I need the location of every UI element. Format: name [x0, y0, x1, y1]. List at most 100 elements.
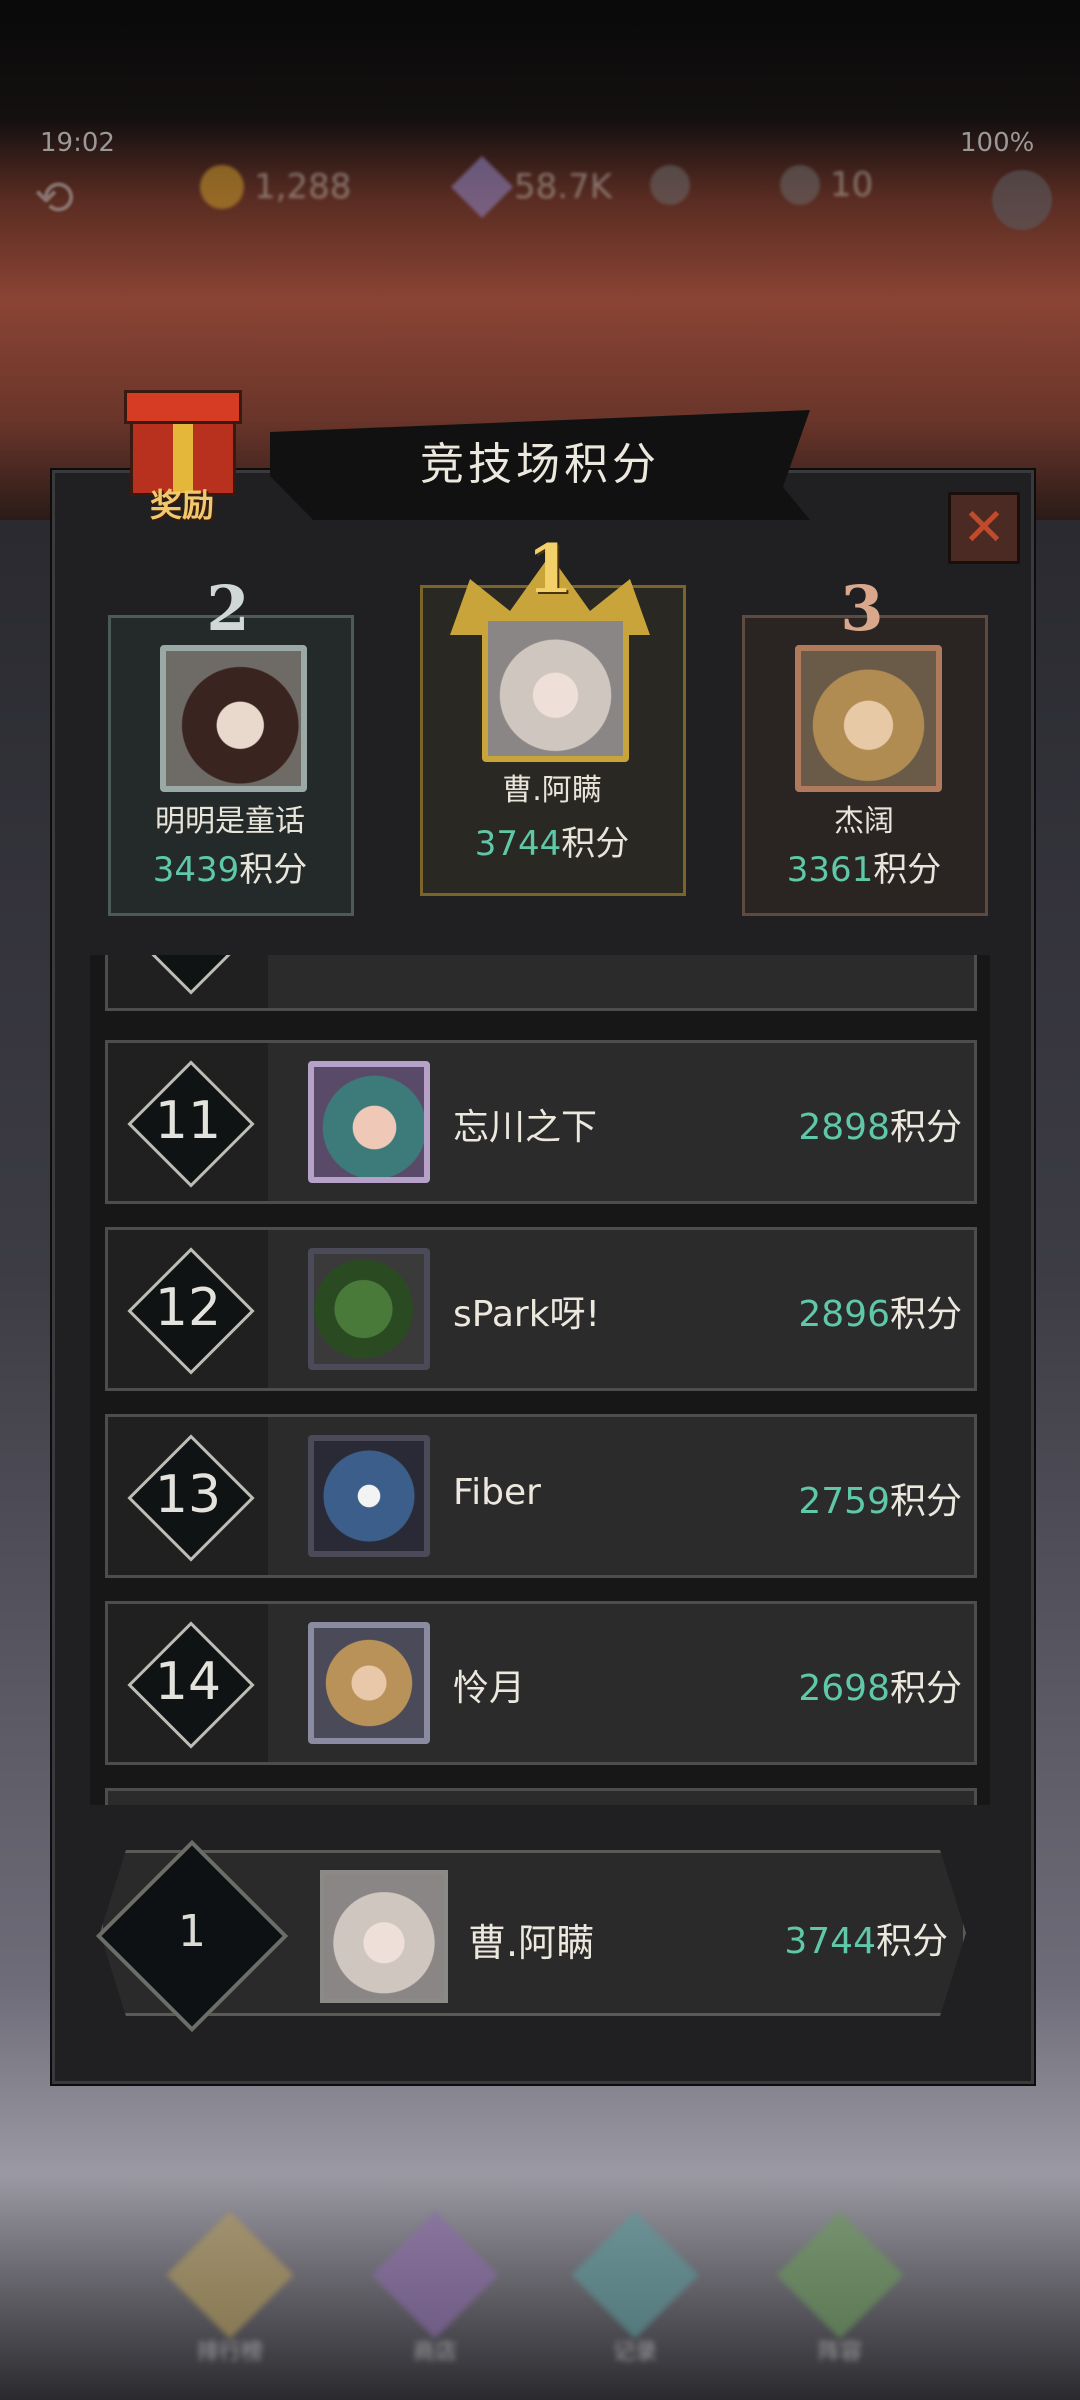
gem-icon [450, 155, 514, 219]
rank-box [108, 955, 268, 1008]
score-value: 3744 [474, 824, 562, 864]
misc-resource [650, 165, 690, 205]
table-row[interactable]: 11 忘川之下 2898积分 [105, 1040, 977, 1204]
panel-title: 竞技场积分 [420, 439, 660, 490]
table-row[interactable] [105, 1788, 977, 1805]
avatar-image [314, 1254, 424, 1364]
energy-icon [780, 165, 820, 205]
rank-number: 12 [154, 1278, 222, 1338]
podium-score: 3439积分 [108, 842, 352, 891]
record-icon [571, 2211, 699, 2339]
score-value: 3439 [152, 850, 240, 890]
score-unit: 积分 [889, 1294, 962, 1335]
nav-leaderboard[interactable]: 排行榜 [166, 2211, 294, 2365]
resource-bar: 1,288 58.7K 10 [0, 155, 1080, 235]
avatar-image [801, 651, 936, 786]
rank-diamond-icon [127, 955, 255, 995]
gem-resource: 58.7K [450, 155, 612, 219]
table-row[interactable]: 13 Fiber 2759积分 [105, 1414, 977, 1578]
player-score: 2698积分 [798, 1659, 962, 1711]
avatar [160, 645, 307, 792]
score-value: 2759 [798, 1481, 890, 1522]
table-row[interactable]: 12 sPark呀! 2896积分 [105, 1227, 977, 1391]
score-value: 2896 [798, 1294, 890, 1335]
player-name: 怜月 [453, 1668, 526, 1709]
podium-score: 3744积分 [420, 816, 684, 865]
player-name: Fiber [453, 1472, 541, 1513]
avatar-image [314, 1067, 424, 1177]
reward-button[interactable]: 奖励 [112, 380, 252, 530]
gold-coin-icon [200, 165, 244, 209]
reward-label: 奖励 [149, 486, 214, 524]
player-score: 2896积分 [798, 1285, 962, 1337]
avatar-image [166, 651, 301, 786]
nav-label: 阵容 [817, 2340, 862, 2365]
star-icon [650, 165, 690, 205]
gem-amount: 58.7K [514, 167, 612, 207]
avatar-image [314, 1628, 424, 1738]
trophy-icon [166, 2211, 294, 2339]
player-name: 忘川之下 [453, 1107, 598, 1148]
nav-label: 商店 [412, 2340, 457, 2365]
rank-number: 13 [154, 1465, 222, 1525]
my-avatar [320, 1870, 448, 2003]
score-unit: 积分 [561, 824, 630, 864]
score-value: 2898 [798, 1107, 890, 1148]
score-unit: 积分 [873, 850, 942, 890]
nav-label: 排行榜 [196, 2340, 263, 2365]
table-row[interactable]: 14 怜月 2698积分 [105, 1601, 977, 1765]
team-icon [776, 2211, 904, 2339]
podium-name: 明明是童话 [155, 804, 305, 839]
my-name: 曹.阿瞒 [468, 1921, 595, 1965]
bottom-nav: 排行榜 商店 记录 阵容 [0, 2190, 1080, 2400]
avatar [795, 645, 942, 792]
energy-resource: 10 [780, 165, 873, 205]
gold-resource: 1,288 [200, 165, 351, 209]
player-score: 2898积分 [798, 1098, 962, 1150]
energy-amount: 10 [830, 165, 874, 205]
score-unit: 积分 [239, 850, 308, 890]
nav-team[interactable]: 阵容 [776, 2211, 904, 2365]
rank-box: 14 [108, 1604, 268, 1762]
avatar [308, 1435, 430, 1557]
nav-record[interactable]: 记录 [571, 2211, 699, 2365]
podium-score: 3361积分 [742, 842, 986, 891]
avatar-image [488, 621, 623, 756]
avatar [308, 1248, 430, 1370]
shop-icon [371, 2211, 499, 2339]
score-unit: 积分 [889, 1107, 962, 1148]
avatar [308, 1061, 430, 1183]
table-row[interactable] [105, 955, 977, 1011]
status-bar: 19:02 100% [0, 120, 1080, 170]
score-value: 3361 [786, 850, 874, 890]
rank-box: 12 [108, 1230, 268, 1388]
score-unit: 积分 [875, 1921, 948, 1962]
player-score: 2759积分 [798, 1472, 962, 1524]
score-unit: 积分 [889, 1481, 962, 1522]
rank-box: 13 [108, 1417, 268, 1575]
gift-lid [124, 390, 242, 424]
podium-name: 杰阔 [834, 804, 894, 839]
rank-badge: 3 [840, 572, 884, 645]
battery-indicator: 100% [960, 128, 1035, 158]
ranking-list[interactable]: 11 忘川之下 2898积分 12 sPark呀! 2896积分 13 Fibe… [90, 955, 990, 1805]
my-rank-number: 1 [178, 1906, 206, 1957]
nav-shop[interactable]: 商店 [371, 2211, 499, 2365]
status-time: 19:02 [40, 128, 115, 158]
close-button[interactable]: ✕ [948, 492, 1020, 564]
my-score: 3744积分 [784, 1912, 948, 1964]
score-value: 3744 [784, 1921, 876, 1962]
rank-badge: 2 [206, 572, 250, 645]
gold-amount: 1,288 [254, 167, 352, 207]
rank-badge: 1 [527, 530, 573, 608]
close-icon: ✕ [962, 498, 1006, 558]
avatar-image [324, 1874, 444, 1999]
score-unit: 积分 [889, 1668, 962, 1709]
player-name: sPark呀! [453, 1294, 600, 1335]
avatar-image [314, 1441, 424, 1551]
rank-box: 11 [108, 1043, 268, 1201]
rank-number: 11 [154, 1091, 222, 1151]
score-value: 2698 [798, 1668, 890, 1709]
avatar [308, 1622, 430, 1744]
settings-button[interactable] [992, 170, 1052, 230]
